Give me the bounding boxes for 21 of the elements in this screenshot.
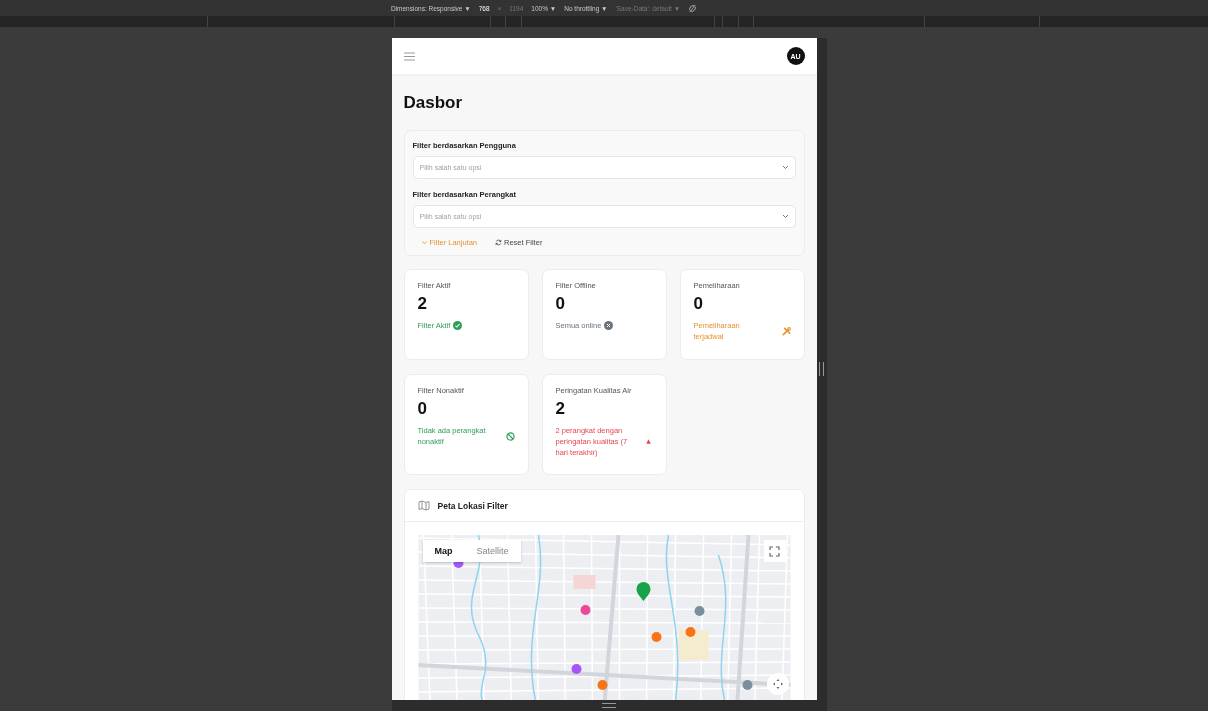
- fullscreen-button[interactable]: [763, 540, 786, 562]
- stat-value: 0: [693, 294, 704, 314]
- chevron-down-icon: [781, 165, 789, 170]
- stat-value: 0: [417, 399, 428, 419]
- stat-value: 2: [555, 399, 566, 419]
- four-arrows-icon: [771, 678, 784, 690]
- page-title: Dasbor: [403, 93, 464, 113]
- menu-icon[interactable]: [403, 51, 415, 61]
- resize-handle[interactable]: [602, 703, 616, 708]
- map-type-tab[interactable]: Satellite: [464, 540, 521, 562]
- map-type-tab[interactable]: Map: [422, 540, 465, 562]
- chevron-down-icon: [420, 239, 428, 246]
- chevron-down-icon: [781, 214, 789, 219]
- map-icon: [417, 500, 430, 511]
- stat-value: 2: [417, 294, 428, 314]
- refresh-icon: [495, 239, 503, 246]
- rotate-icon: [688, 3, 698, 13]
- stat-value: 0: [555, 294, 566, 314]
- fullscreen-icon: [769, 545, 780, 557]
- card-title: Peta Lokasi Filter: [437, 500, 508, 511]
- resize-handle[interactable]: [819, 362, 824, 376]
